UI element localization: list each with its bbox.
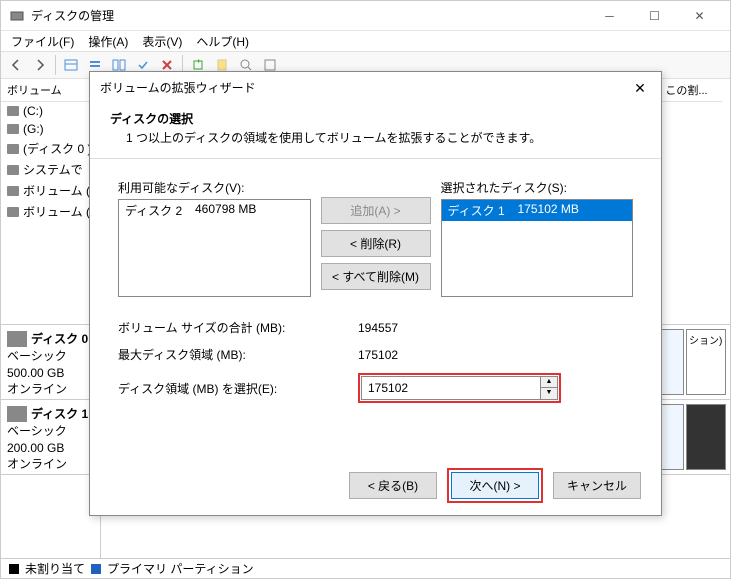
highlight-box: 次へ(N) > bbox=[447, 468, 543, 503]
dialog-subtext: 1 つ以上のディスクの領域を使用してボリュームを拡張することができます。 bbox=[126, 129, 641, 146]
volume-item[interactable]: (ディスク 0 ) bbox=[1, 138, 100, 159]
add-button[interactable]: 追加(A) > bbox=[321, 197, 431, 224]
drive-icon bbox=[7, 165, 19, 175]
drive-icon bbox=[7, 124, 19, 134]
dialog-heading: ディスクの選択 bbox=[110, 112, 193, 126]
column-header-volume[interactable]: ボリューム bbox=[1, 79, 100, 102]
menubar: ファイル(F) 操作(A) 表示(V) ヘルプ(H) bbox=[1, 31, 730, 51]
total-size-value: 194557 bbox=[358, 321, 633, 335]
menu-file[interactable]: ファイル(F) bbox=[5, 31, 80, 52]
total-size-label: ボリューム サイズの合計 (MB): bbox=[118, 319, 358, 336]
disk-icon bbox=[7, 406, 27, 422]
app-icon bbox=[9, 8, 25, 24]
spin-down-icon[interactable]: ▼ bbox=[541, 388, 557, 399]
disk-label[interactable]: ディスク 0 ベーシック 500.00 GB オンライン bbox=[1, 325, 101, 399]
legend-swatch-primary bbox=[91, 564, 101, 574]
list-item-selected[interactable]: ディスク 1 175102 MB bbox=[442, 200, 633, 221]
back-button[interactable]: < 戻る(B) bbox=[349, 472, 437, 499]
volume-item[interactable]: (G:) bbox=[1, 120, 100, 138]
main-titlebar: ディスクの管理 ─ ☐ ✕ bbox=[1, 1, 730, 31]
next-button[interactable]: 次へ(N) > bbox=[451, 472, 539, 499]
close-button[interactable]: ✕ bbox=[677, 1, 722, 30]
dialog-close-button[interactable]: ✕ bbox=[625, 78, 655, 98]
menu-view[interactable]: 表示(V) bbox=[136, 31, 188, 52]
window-title: ディスクの管理 bbox=[31, 7, 587, 24]
extend-volume-wizard-dialog: ボリュームの拡張ウィザード ✕ ディスクの選択 1 つ以上のディスクの領域を使用… bbox=[89, 71, 662, 516]
available-disks-listbox[interactable]: ディスク 2 460798 MB bbox=[118, 199, 311, 297]
legend-swatch-unallocated bbox=[9, 564, 19, 574]
dialog-footer: < 戻る(B) 次へ(N) > キャンセル bbox=[349, 468, 641, 503]
volume-item[interactable]: ボリューム ( bbox=[1, 201, 100, 222]
remove-button[interactable]: < 削除(R) bbox=[321, 230, 431, 257]
selected-disks-label: 選択されたディスク(S): bbox=[441, 179, 634, 196]
volume-item[interactable]: ボリューム ( bbox=[1, 180, 100, 201]
volume-item[interactable]: システムで bbox=[1, 159, 100, 180]
minimize-button[interactable]: ─ bbox=[587, 1, 632, 30]
back-icon[interactable] bbox=[5, 54, 27, 76]
dialog-header: ディスクの選択 1 つ以上のディスクの領域を使用してボリュームを拡張することがで… bbox=[90, 102, 661, 159]
dialog-title: ボリュームの拡張ウィザード bbox=[90, 72, 661, 102]
partition[interactable]: ション) bbox=[686, 329, 726, 395]
disk-icon bbox=[7, 331, 27, 347]
volume-list-panel: ボリューム (C:) (G:) (ディスク 0 ) システムで ボリューム ( … bbox=[1, 79, 101, 558]
max-space-value: 175102 bbox=[358, 348, 633, 362]
list-item[interactable]: ディスク 2 460798 MB bbox=[119, 200, 310, 221]
legend-label: 未割り当て bbox=[25, 560, 85, 577]
legend-label: プライマリ パーティション bbox=[107, 560, 254, 577]
table-icon[interactable] bbox=[60, 54, 82, 76]
forward-icon[interactable] bbox=[29, 54, 51, 76]
highlight-box: ▲ ▼ bbox=[358, 373, 561, 403]
divider bbox=[55, 55, 56, 75]
dialog-body: 利用可能なディスク(V): ディスク 2 460798 MB 追加(A) > <… bbox=[90, 159, 661, 423]
drive-icon bbox=[7, 186, 19, 196]
drive-icon bbox=[7, 106, 19, 116]
menu-help[interactable]: ヘルプ(H) bbox=[190, 31, 255, 52]
cancel-button[interactable]: キャンセル bbox=[553, 472, 641, 499]
selected-disks-listbox[interactable]: ディスク 1 175102 MB bbox=[441, 199, 634, 297]
menu-action[interactable]: 操作(A) bbox=[82, 31, 134, 52]
available-disks-label: 利用可能なディスク(V): bbox=[118, 179, 311, 196]
maximize-button[interactable]: ☐ bbox=[632, 1, 677, 30]
drive-icon bbox=[7, 207, 19, 217]
spinner-buttons[interactable]: ▲ ▼ bbox=[541, 376, 558, 400]
disk-label[interactable]: ディスク 1 ベーシック 200.00 GB オンライン bbox=[1, 400, 101, 474]
drive-icon bbox=[7, 144, 19, 154]
legend: 未割り当て プライマリ パーティション bbox=[1, 558, 730, 578]
max-space-label: 最大ディスク領域 (MB): bbox=[118, 346, 358, 363]
volume-item[interactable]: (C:) bbox=[1, 102, 100, 120]
select-space-input[interactable] bbox=[361, 376, 541, 400]
unallocated-partition[interactable] bbox=[686, 404, 726, 470]
spin-up-icon[interactable]: ▲ bbox=[541, 377, 557, 388]
remove-all-button[interactable]: < すべて削除(M) bbox=[321, 263, 431, 290]
select-space-label: ディスク領域 (MB) を選択(E): bbox=[118, 380, 358, 397]
